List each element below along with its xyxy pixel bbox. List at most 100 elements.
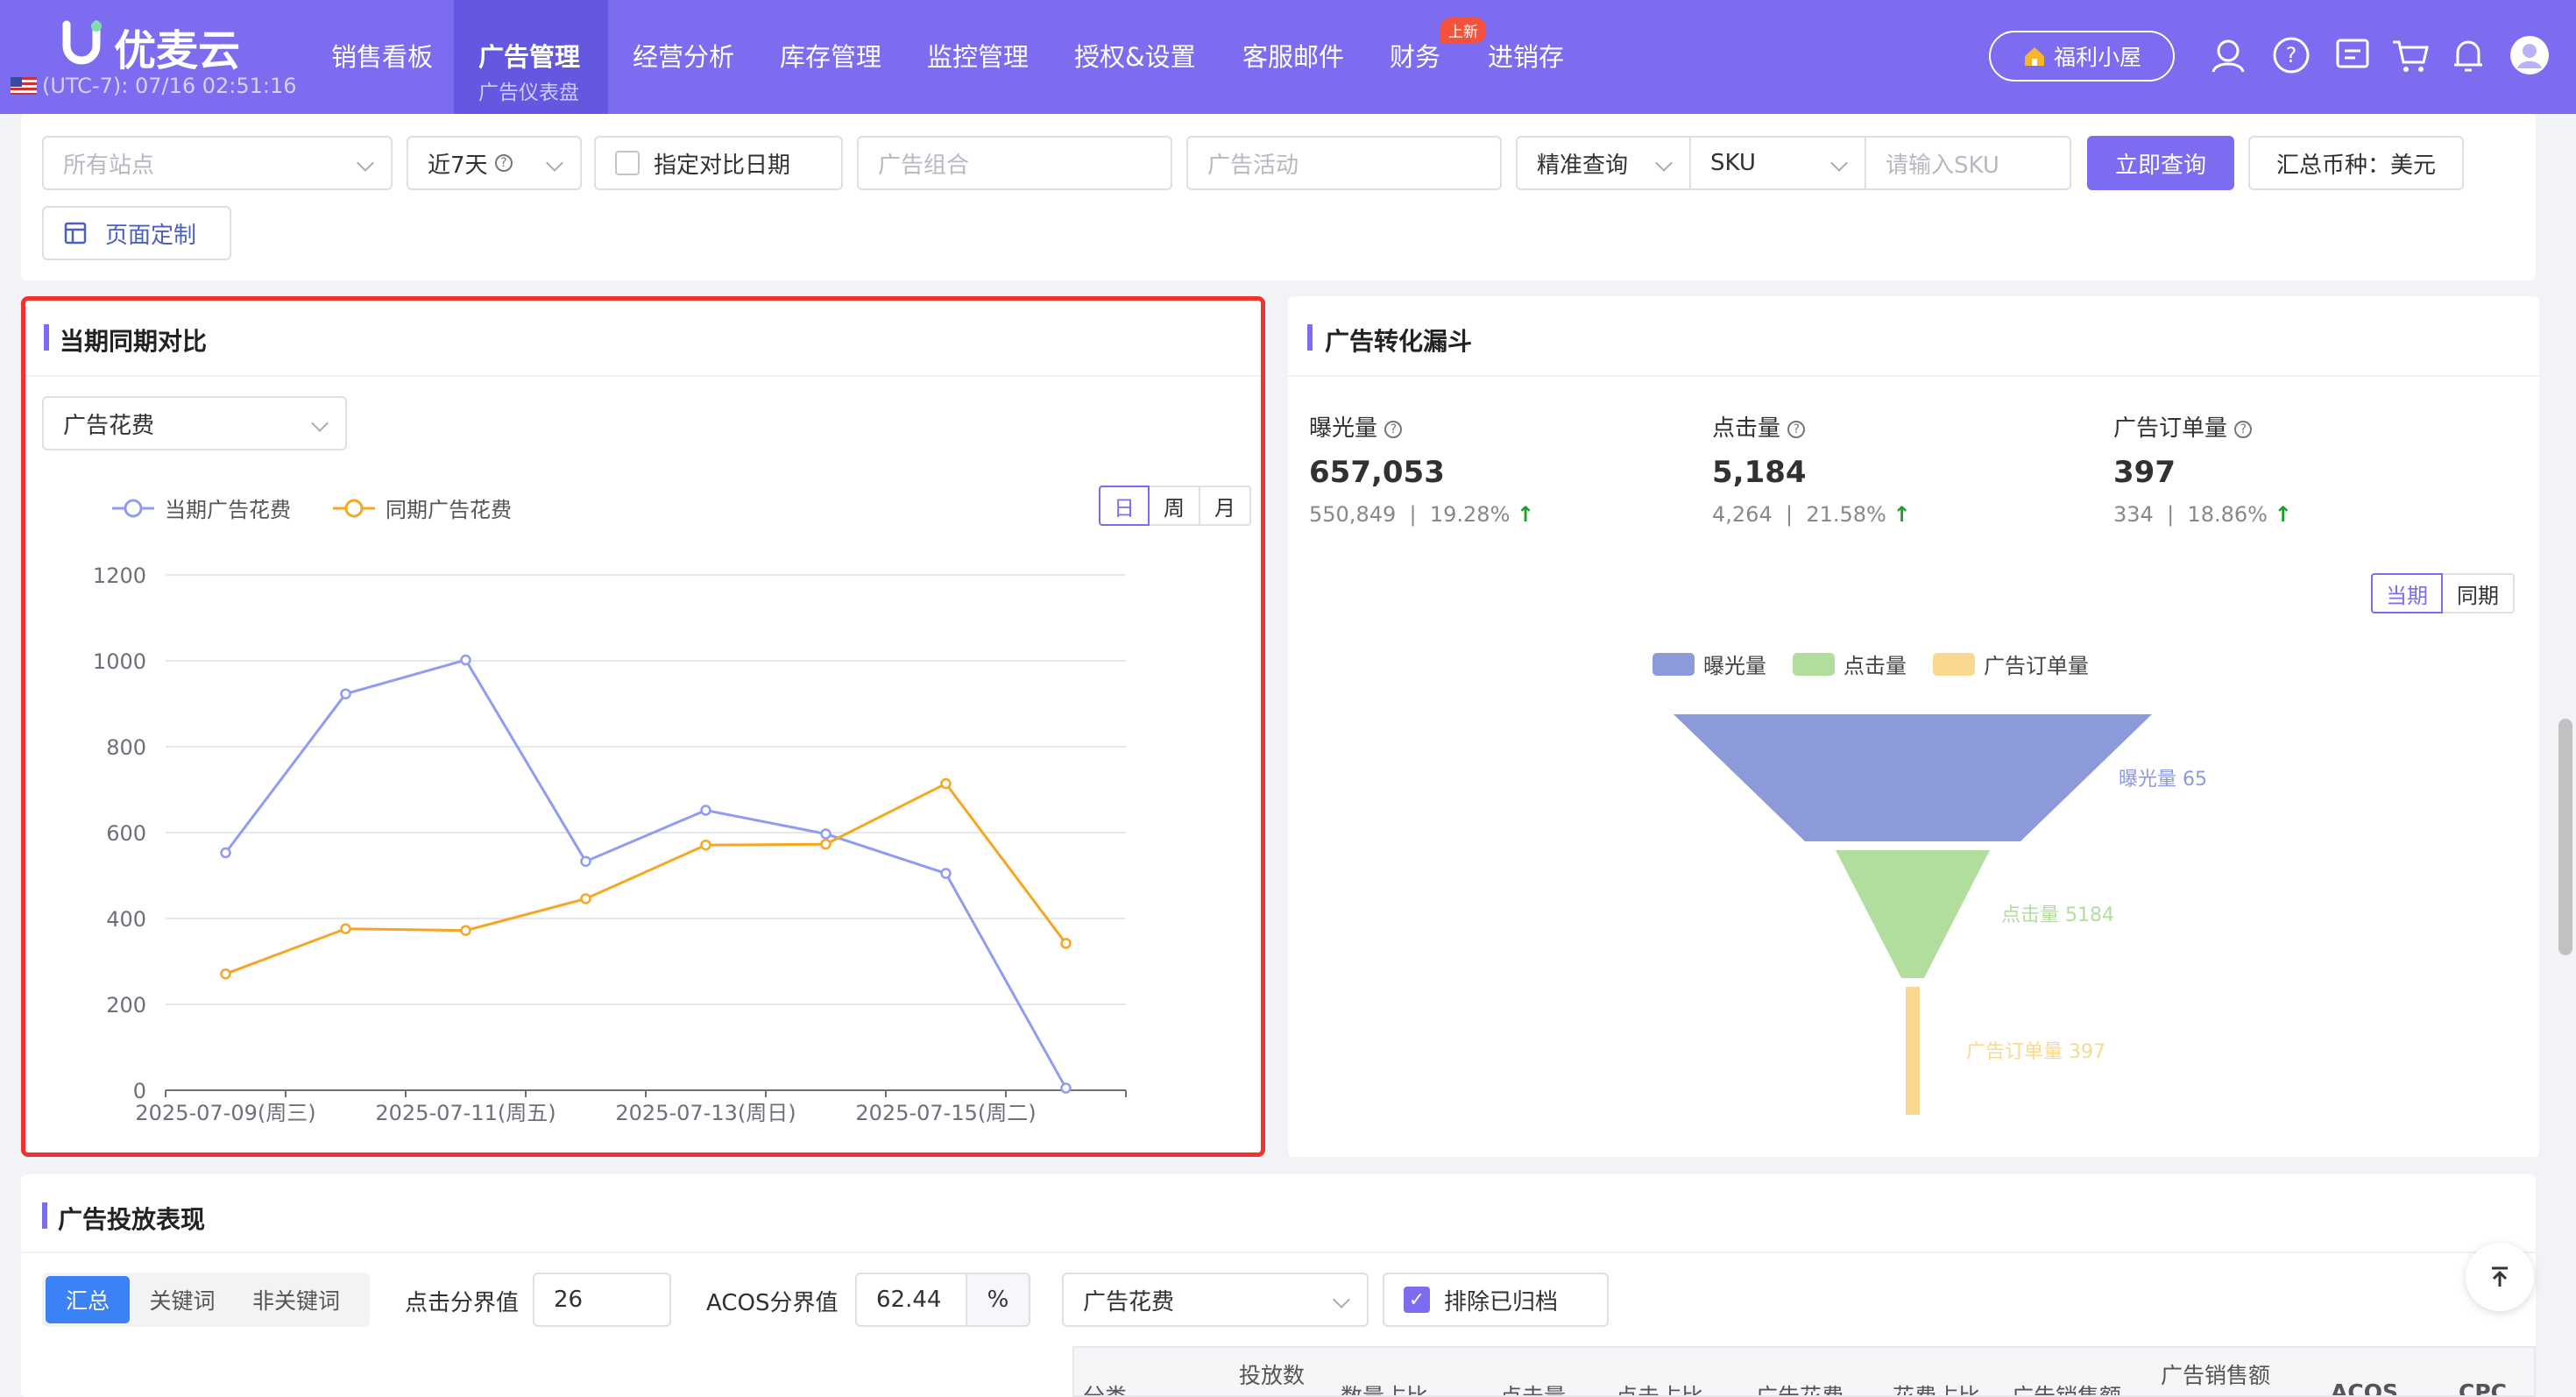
previous-period-button[interactable]: 同期	[2443, 573, 2515, 613]
th-clicks: 点击量	[1500, 1384, 1567, 1397]
nav-finance[interactable]: 财务	[1390, 37, 1440, 74]
kpi-clicks-value: 5,184	[1712, 455, 1807, 490]
ad-group-input[interactable]: 广告组合	[857, 136, 1172, 190]
nav-monitoring[interactable]: 监控管理	[927, 37, 1029, 74]
help-icon[interactable]: ?	[1787, 420, 1806, 438]
data-point-series-0	[940, 868, 952, 879]
funnel-panel-title: 广告转化漏斗	[1325, 327, 1473, 356]
funnel-orders-segment[interactable]	[1906, 987, 1920, 1115]
page-custom-button[interactable]: 页面定制	[42, 206, 231, 260]
data-point-series-0	[820, 828, 832, 840]
title-accent	[1307, 324, 1313, 351]
data-point-series-1	[940, 777, 952, 790]
acos-unit: %	[966, 1273, 1030, 1327]
chevron-down-icon	[1655, 154, 1673, 172]
user-avatar-icon[interactable]	[2508, 33, 2551, 77]
period-month-button[interactable]: 月	[1200, 486, 1251, 526]
notification-bell-icon[interactable]	[2446, 33, 2490, 77]
period-week-button[interactable]: 周	[1150, 486, 1200, 526]
kpi-pct: 21.58%	[1806, 502, 1886, 527]
th-acos: ACOS	[2331, 1379, 2398, 1397]
help-icon: ?	[494, 154, 513, 172]
data-point-series-1	[220, 968, 231, 980]
back-to-top-button[interactable]	[2466, 1243, 2534, 1311]
data-point-series-0	[460, 654, 471, 666]
funnel-legend-clicks[interactable]: 点击量	[1793, 649, 1907, 679]
compare-date-checkbox[interactable]: 指定对比日期	[594, 136, 843, 190]
page-scrollbar-thumb[interactable]	[2558, 719, 2572, 955]
x-tick-label: 2025-07-09(周三)	[135, 1101, 315, 1125]
query-button[interactable]: 立即查询	[2087, 136, 2234, 190]
legend-line-icon	[112, 499, 154, 517]
click-threshold-input[interactable]: 26	[533, 1273, 671, 1327]
conversion-funnel-chart: 曝光量 65 点击量 5184 广告订单量 397	[1674, 714, 2207, 1115]
current-period-button[interactable]: 当期	[2371, 573, 2443, 613]
nav-ad-management[interactable]: 广告管理	[478, 37, 580, 74]
chevron-down-icon	[1333, 1291, 1350, 1308]
funnel-legend-impressions[interactable]: 曝光量	[1652, 649, 1766, 679]
welfare-label: 福利小屋	[2053, 45, 2141, 70]
period-day-button[interactable]: 日	[1099, 486, 1150, 526]
help-icon[interactable]: ?	[2234, 420, 2253, 438]
ad-group-placeholder: 广告组合	[878, 152, 970, 179]
exclude-archived-checkbox[interactable]: ✓ 排除已归档	[1383, 1273, 1609, 1327]
timezone-text: (UTC-7): 07/16 02:51:16	[42, 74, 297, 98]
legend-item-current[interactable]: 当期广告花费	[110, 493, 291, 523]
logo-text: 优麦云	[114, 26, 241, 75]
nav-service-mail[interactable]: 客服邮件	[1242, 37, 1344, 74]
nav-purchase-sales-stock[interactable]: 进销存	[1488, 37, 1564, 74]
compare-metric-select[interactable]: 广告花费	[42, 396, 347, 450]
th-ad-spend: 广告花费	[1756, 1384, 1844, 1397]
match-mode-value: 精准查询	[1537, 152, 1629, 179]
legend-label: 广告订单量	[1984, 654, 2089, 678]
ad-campaign-input[interactable]: 广告活动	[1186, 136, 1502, 190]
nav-ad-dashboard-sub[interactable]: 广告仪表盘	[478, 75, 579, 105]
exclude-archived-label: 排除已归档	[1444, 1288, 1559, 1315]
checkbox-box[interactable]	[615, 151, 640, 175]
tab-keywords[interactable]: 关键词	[130, 1276, 235, 1323]
customer-service-icon[interactable]	[2206, 33, 2250, 77]
checkbox-checked-icon[interactable]: ✓	[1404, 1287, 1430, 1313]
chevron-down-icon	[1830, 154, 1848, 172]
funnel-period-toggle: 当期 同期	[2371, 573, 2515, 613]
legend-item-previous[interactable]: 同期广告花费	[331, 493, 512, 523]
nav-inventory[interactable]: 库存管理	[780, 37, 881, 74]
funnel-clicks-segment[interactable]	[1836, 850, 1990, 978]
title-accent	[42, 1202, 47, 1229]
y-tick-label: 0	[133, 1079, 146, 1103]
y-tick-label: 800	[106, 735, 146, 760]
data-point-series-0	[700, 805, 711, 816]
tab-summary[interactable]: 汇总	[46, 1276, 130, 1323]
currency-button[interactable]: 汇总币种：美元	[2248, 136, 2464, 190]
nav-business-analysis[interactable]: 经营分析	[633, 37, 734, 74]
help-icon[interactable]: ?	[1384, 420, 1403, 438]
site-select[interactable]: 所有站点	[42, 136, 393, 190]
data-point-series-1	[700, 839, 711, 851]
welfare-house-button[interactable]: 福利小屋	[1989, 31, 2175, 82]
date-range-value: 近7天	[428, 152, 488, 179]
nav-auth-settings[interactable]: 授权&设置	[1074, 37, 1196, 74]
arrow-up-icon: ↑	[1893, 502, 1911, 527]
date-range-select[interactable]: 近7天 ?	[407, 136, 582, 190]
kpi-impressions-value: 657,053	[1309, 455, 1445, 490]
arrow-up-icon: ↑	[2274, 502, 2292, 527]
th-ad-sales-2: 广告销售额	[2161, 1363, 2271, 1388]
acos-threshold-input[interactable]: 62.44	[855, 1273, 967, 1327]
tab-non-keywords[interactable]: 非关键词	[235, 1276, 357, 1323]
performance-metric-select[interactable]: 广告花费	[1062, 1273, 1369, 1327]
kpi-pct: 18.86%	[2187, 502, 2268, 527]
divider	[1288, 375, 2539, 377]
divider	[25, 375, 1261, 377]
funnel-impressions-segment[interactable]	[1674, 714, 2152, 841]
cart-icon[interactable]	[2388, 33, 2432, 77]
sku-input[interactable]: 请输入SKU	[1865, 136, 2071, 190]
chevron-down-icon	[546, 154, 563, 172]
match-mode-select[interactable]: 精准查询	[1516, 136, 1691, 190]
sku-type-select[interactable]: SKU	[1689, 136, 1866, 190]
nav-sales-board[interactable]: 销售看板	[331, 37, 433, 74]
message-icon[interactable]	[2331, 33, 2374, 77]
legend-label-previous: 同期广告花费	[386, 498, 512, 522]
help-icon[interactable]: ?	[2269, 33, 2313, 77]
divider	[21, 1252, 2536, 1253]
funnel-legend-orders[interactable]: 广告订单量	[1933, 649, 2089, 679]
